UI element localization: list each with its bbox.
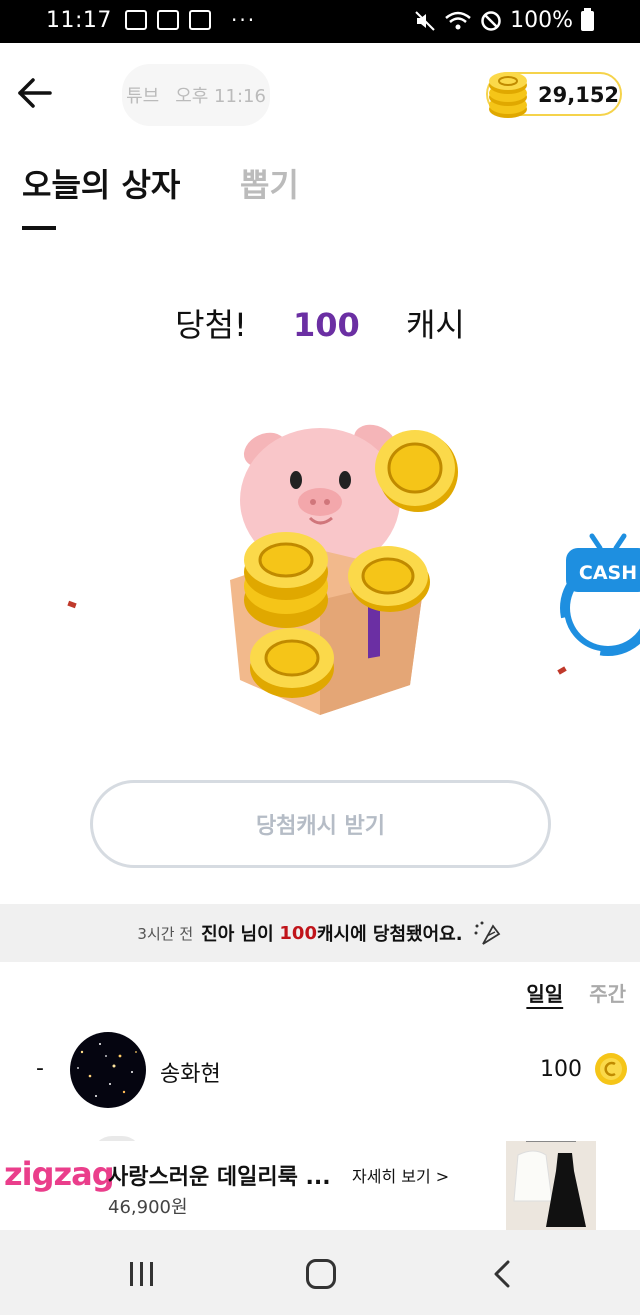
pig-box-coins-illustration [230,424,458,715]
win-suffix: 캐시 [405,306,465,344]
notice-winner-name: 진아 님이 [201,924,274,945]
block-icon [481,10,501,31]
ranking-position: - [36,1056,44,1081]
cash-notification-icon [157,10,179,30]
period-tab-daily[interactable]: 일일 [526,978,563,1007]
claim-cash-label: 당첨캐시 받기 [255,814,386,839]
coin-balance-value: 29,152 [538,83,620,107]
mute-icon [415,10,435,31]
party-popper-icon [474,921,500,945]
tab-todays-box[interactable]: 오늘의 상자 [22,160,181,230]
battery-icon [581,7,594,31]
gallery-notification-icon [125,10,147,30]
battery-percent: 100% [510,8,573,33]
chevron-left-icon[interactable] [490,1260,514,1288]
win-prefix: 당첨! [175,306,247,344]
status-bar: 11:17 ··· 100% [0,0,640,43]
ad-product-image [506,1141,596,1230]
ad-banner[interactable]: zigzag 사랑스러운 데일리룩 ... 46,900원 자세히 보기 > [0,1141,640,1230]
status-notification-icons: ··· [125,10,256,30]
period-tab-weekly[interactable]: 주간 [589,978,626,1007]
toast-time: 오후 11:16 [175,86,266,107]
ad-more-link[interactable]: 자세히 보기 > [352,1163,449,1187]
notice-time-ago: 3시간 전 [137,924,194,943]
notification-toast: 튜브 오후 11:16 [122,64,270,126]
ranking-score: 100 [540,1057,582,1082]
ad-brand-logo: zigzag [4,1155,115,1193]
tab-draw[interactable]: 뽑기 [240,160,299,206]
ranking-user-name: 송화현 [160,1062,221,1087]
starfield-avatar-image [77,1043,137,1097]
status-right: 100% [414,7,594,33]
confetti-piece [557,666,567,675]
ranking-row: - 송화현 100 [0,1030,640,1110]
status-time: 11:17 [46,8,112,33]
winner-notice-bar: 3시간 전 진아 님이 100 캐시에 당첨됐어요. [0,904,640,962]
tab-draw-label: 뽑기 [240,166,299,204]
coin-stack-icon [489,72,527,118]
coin-balance-pill[interactable]: 29,152 [486,72,622,118]
toast-source: 튜브 [126,86,160,107]
recent-apps-icon[interactable] [128,1262,156,1286]
home-button[interactable] [306,1259,336,1289]
notice-win-suffix: 캐시에 당첨됐어요. [316,924,463,945]
wifi-icon [445,11,471,29]
tab-todays-box-label: 오늘의 상자 [22,166,181,204]
cash-tv-badge[interactable]: CASH [548,528,640,658]
system-navigation-bar [0,1230,640,1315]
win-result: 당첨! 100 캐시 [0,300,640,346]
win-amount: 100 [293,306,360,344]
ad-price: 46,900원 [108,1197,188,1218]
cash-badge-label: CASH [579,562,637,584]
active-tab-indicator [22,226,56,230]
back-button[interactable] [14,72,56,114]
app-notification-icon [189,10,211,30]
claim-cash-button[interactable]: 당첨캐시 받기 [90,780,551,868]
arrow-left-icon [18,78,52,108]
ranking-period-tabs: 일일 주간 [526,978,626,1007]
more-notifications-icon: ··· [231,8,257,32]
coin-icon [595,1053,627,1085]
notice-win-amount: 100 [279,922,317,944]
ad-title: 사랑스러운 데일리룩 ... [108,1165,331,1190]
confetti-piece [67,600,77,609]
avatar [70,1032,146,1108]
